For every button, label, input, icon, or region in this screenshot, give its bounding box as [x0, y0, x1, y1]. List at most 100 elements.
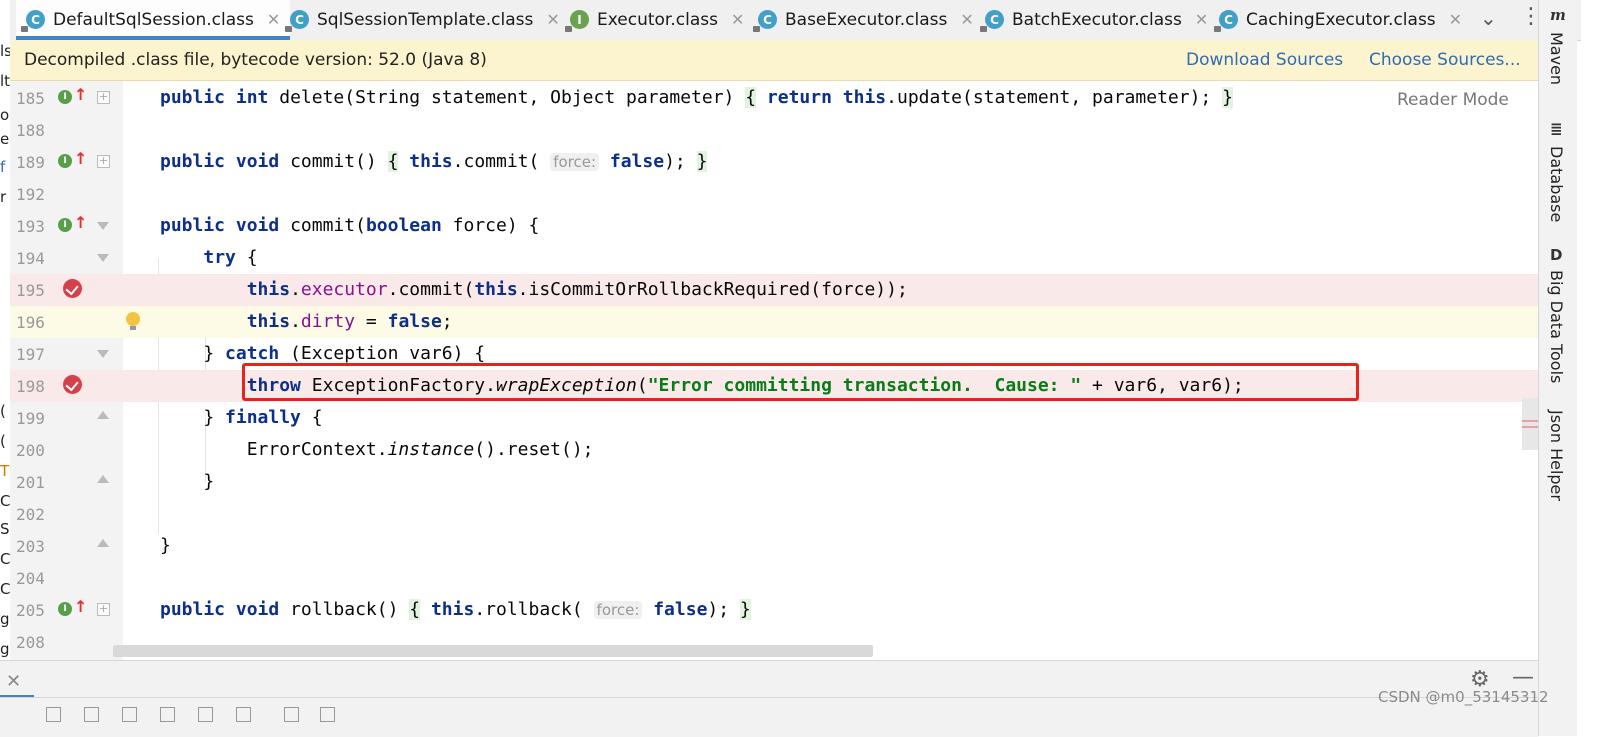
big-data-tools-button[interactable]: Big Data Tools [1547, 270, 1566, 383]
tab-baseexecutor[interactable]: C BaseExecutor.class ✕ [753, 0, 974, 39]
tab-cachingexecutor[interactable]: C CachingExecutor.class ✕ [1214, 0, 1462, 39]
interface-icon: I [565, 10, 589, 32]
maven-tool-button[interactable]: Maven [1547, 32, 1566, 85]
annotation-highlight-box [242, 363, 1359, 401]
code-line: 202 [10, 498, 1538, 530]
close-icon[interactable]: ✕ [546, 10, 559, 29]
up-arrow-icon: ↑ [74, 149, 88, 168]
code-line: 201 } [10, 466, 1538, 498]
line-number: 197 [16, 345, 45, 364]
database-tool-button[interactable]: Database [1547, 146, 1566, 222]
clipped-text: g [0, 610, 10, 628]
code-line: 203 } [10, 530, 1538, 562]
toolbar-icon[interactable] [160, 707, 175, 722]
implements-icon[interactable]: I [58, 218, 72, 232]
chevron-down-icon[interactable]: ⌄ [1480, 6, 1497, 30]
clipped-text: e [0, 130, 10, 148]
parameter-hint: force: [550, 153, 600, 171]
clipped-text: C [0, 580, 11, 598]
code-text: this.executor.commit(this.isCommitOrRoll… [246, 279, 908, 300]
code-line: 193 I ↑ public void commit(boolean force)… [10, 210, 1538, 242]
tab-sqlsessiontemplate[interactable]: C SqlSessionTemplate.class ✕ [285, 0, 560, 39]
line-number: 201 [16, 473, 45, 492]
code-text: } catch (Exception var6) { [160, 343, 486, 364]
toolbar-icon[interactable] [84, 707, 99, 722]
code-text: public void commit(boolean force) { [160, 215, 540, 236]
tab-defaultsqlsession[interactable]: C DefaultSqlSession.class ✕ [16, 0, 291, 40]
line-number: 208 [16, 633, 45, 652]
fold-icon[interactable] [97, 539, 109, 547]
toolbar-icon[interactable] [198, 707, 213, 722]
line-number: 188 [16, 121, 45, 140]
error-stripe-marker[interactable] [1522, 398, 1538, 450]
code-line: 188 [10, 114, 1538, 146]
clipped-text: f [0, 158, 6, 176]
fold-icon[interactable] [97, 411, 109, 419]
code-editor[interactable]: 185 I ↑ + public int delete(String statem… [10, 81, 1538, 660]
toolbar-icon[interactable] [236, 707, 251, 722]
breakpoint-icon[interactable] [63, 279, 82, 298]
code-text: } [160, 471, 215, 492]
line-number: 200 [16, 441, 45, 460]
big-data-tools-icon: D [1550, 246, 1563, 264]
implements-icon[interactable]: I [58, 602, 72, 616]
close-icon[interactable]: ✕ [1195, 10, 1208, 29]
close-icon[interactable]: ✕ [267, 10, 280, 29]
minimize-icon[interactable]: — [1512, 665, 1534, 690]
tab-executor[interactable]: I Executor.class ✕ [565, 0, 744, 39]
line-number: 198 [16, 377, 45, 396]
lightbulb-icon[interactable] [126, 312, 140, 330]
class-icon: C [753, 10, 777, 32]
clipped-text: T [0, 462, 10, 480]
code-line-current: 196 this.dirty = false; [10, 306, 1538, 338]
close-icon[interactable]: ✕ [960, 10, 973, 29]
horizontal-scrollbar[interactable] [113, 645, 873, 657]
toolbar-icon[interactable] [46, 707, 61, 722]
line-number: 192 [16, 185, 45, 204]
fold-icon[interactable] [97, 350, 109, 358]
clipped-text: S [0, 520, 10, 538]
up-arrow-icon: ↑ [74, 597, 88, 616]
close-icon[interactable]: ✕ [731, 10, 744, 29]
fold-icon[interactable] [97, 475, 109, 483]
code-line: 205 I ↑ + public void rollback() { this.r… [10, 594, 1538, 626]
parameter-hint: force: [593, 601, 643, 619]
download-sources-link[interactable]: Download Sources [1186, 50, 1343, 70]
tab-batchexecutor[interactable]: C BatchExecutor.class ✕ [980, 0, 1208, 39]
clipped-text: C [0, 492, 11, 510]
up-arrow-icon: ↑ [74, 213, 88, 232]
right-tool-window-bar: m Maven ≣ Database D Big Data Tools Json… [1538, 0, 1577, 736]
close-icon[interactable]: ✕ [6, 671, 21, 692]
clipped-text: ( [0, 432, 6, 450]
tab-label: SqlSessionTemplate.class [317, 9, 534, 30]
choose-sources-link[interactable]: Choose Sources... [1369, 50, 1521, 70]
close-icon[interactable]: ✕ [1449, 10, 1462, 29]
toolbar-icon[interactable] [284, 707, 299, 722]
fold-icon[interactable]: + [97, 91, 110, 104]
tab-label: BaseExecutor.class [785, 9, 948, 30]
line-number: 189 [16, 153, 45, 172]
up-arrow-icon: ↑ [74, 85, 88, 104]
database-icon: ≣ [1550, 120, 1563, 138]
watermark-text: CSDN @m0_53145312 [1378, 688, 1549, 706]
breakpoint-icon[interactable] [63, 375, 82, 394]
line-number: 205 [16, 601, 45, 620]
implements-icon[interactable]: I [58, 90, 72, 104]
fold-icon[interactable]: + [97, 603, 110, 616]
code-text: } finally { [160, 407, 323, 428]
fold-icon[interactable] [97, 222, 109, 230]
line-number: 202 [16, 505, 45, 524]
clipped-text: lt [0, 72, 11, 90]
toolbar-icon[interactable] [320, 707, 335, 722]
fold-icon[interactable] [97, 254, 109, 262]
toolbar-icon[interactable] [122, 707, 137, 722]
code-line: 189 I ↑ + public void commit() { this.com… [10, 146, 1538, 178]
line-number: 203 [16, 537, 45, 556]
reader-mode-button[interactable]: Reader Mode [1397, 90, 1509, 110]
implements-icon[interactable]: I [58, 154, 72, 168]
code-line: 200 ErrorContext.instance().reset(); [10, 434, 1538, 466]
line-number: 195 [16, 281, 45, 300]
json-helper-button[interactable]: Json Helper [1547, 410, 1566, 501]
code-text: } [160, 535, 171, 556]
fold-icon[interactable]: + [97, 155, 110, 168]
